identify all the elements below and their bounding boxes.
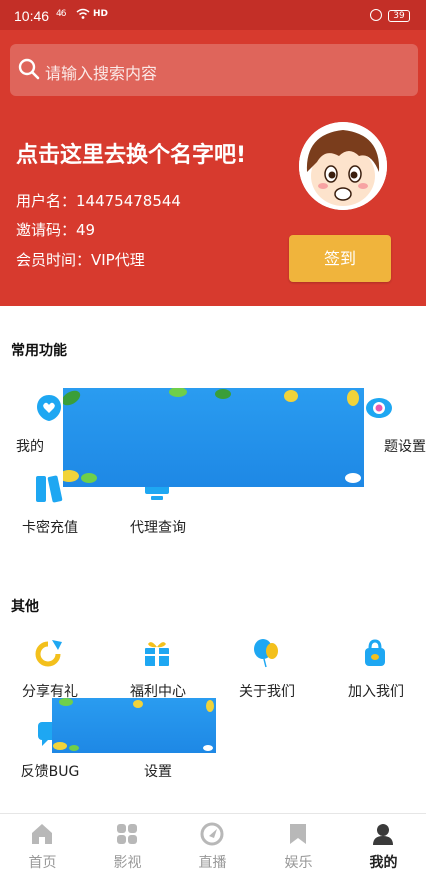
profile-username: 用户名：14475478544 [16,192,181,210]
status-time: 10:46 [14,8,50,24]
nav-label: 娱乐 [284,855,313,871]
bag-icon [365,639,385,666]
profile-header: 请输入搜索内容 点击这里去换个名字吧! 用户名：14475478544 邀请码：… [0,30,426,306]
grid-item-label: 设置 [144,764,172,780]
nav-label: 影视 [113,855,142,871]
theme-eye-icon [366,398,392,418]
grid-item-label: 题设置 [384,439,426,455]
grid-item-about[interactable]: 关于我们 [217,638,317,710]
section-title-common: 常用功能 [11,343,67,359]
nav-label: 首页 [28,855,57,871]
bookmark-icon [290,824,306,844]
share-icon [35,640,62,667]
lock-rotation-icon [370,9,382,21]
nav-item-mine[interactable]: 我的 [341,814,426,874]
bottom-nav: 首页 影视 直播 娱乐 我的 [0,813,426,874]
nav-item-entertainment[interactable]: 娱乐 [256,814,341,874]
card-icon [36,475,63,503]
battery-icon: 39 [388,10,410,22]
ad-banner-small[interactable] [52,698,216,753]
search-input[interactable]: 请输入搜索内容 [45,60,157,84]
grid-item-label: 加入我们 [348,684,404,700]
nav-item-live[interactable]: 直播 [170,814,255,874]
nav-label: 我的 [369,855,398,871]
profile-membership: 会员时间：VIP代理 [16,251,145,269]
grid-item-join[interactable]: 加入我们 [326,638,426,710]
grid-item-label: 卡密充值 [22,520,78,536]
grid-icon [117,824,137,844]
profile-name-prompt[interactable]: 点击这里去换个名字吧! [16,137,246,169]
leaf-decoration-icon [53,698,214,751]
avatar[interactable] [299,122,387,210]
heart-bubble-icon [37,395,61,421]
search-icon [18,58,40,80]
profile-invite-code: 邀请码：49 [16,221,96,239]
cartoon-avatar-icon [299,122,387,210]
network-hd-label: HD [93,9,109,19]
section-title-others: 其他 [11,599,39,615]
gift-icon [145,642,169,666]
live-icon [200,822,224,846]
leaf-decoration-icon [63,388,361,483]
nav-item-home[interactable]: 首页 [0,814,85,874]
status-bar: 10:46 46 HD 39 [0,0,426,30]
balloon-icon [254,639,278,668]
grid-item-label: 关于我们 [239,684,295,700]
signin-button[interactable]: 签到 [289,235,391,282]
home-icon [32,824,52,844]
ad-banner[interactable] [63,388,364,487]
nav-item-movies[interactable]: 影视 [85,814,170,874]
grid-item-label: 反馈BUG [20,764,80,780]
search-bar[interactable]: 请输入搜索内容 [10,44,418,96]
grid-item-label: 代理查询 [130,520,186,536]
nav-label: 直播 [198,855,227,871]
wifi-icon [76,8,90,19]
signal-icon: 46 [56,9,67,19]
user-icon [373,824,393,845]
